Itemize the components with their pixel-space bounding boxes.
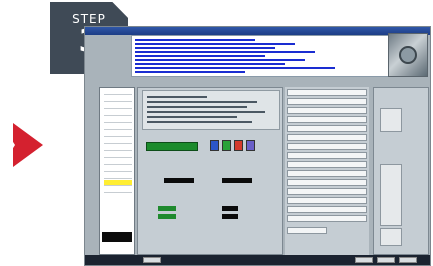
- list-item[interactable]: [287, 89, 367, 96]
- list-item[interactable]: [287, 179, 367, 186]
- status-indicator: [158, 206, 176, 211]
- list-item[interactable]: [287, 143, 367, 150]
- control-box[interactable]: [380, 108, 402, 132]
- sidebar-item[interactable]: [104, 103, 132, 109]
- value-bar: [222, 206, 238, 211]
- machine-photo: [388, 33, 428, 77]
- sidebar-item[interactable]: [104, 159, 132, 165]
- right-control-panel: [373, 87, 429, 255]
- window-titlebar: [85, 27, 430, 35]
- list-item[interactable]: [287, 116, 367, 123]
- sidebar-item[interactable]: [104, 138, 132, 144]
- red-icon[interactable]: [234, 140, 243, 151]
- list-button[interactable]: [287, 227, 327, 234]
- list-item[interactable]: [287, 170, 367, 177]
- list-item[interactable]: [287, 188, 367, 195]
- control-box[interactable]: [380, 228, 402, 246]
- value-bar: [222, 214, 238, 219]
- sidebar-item[interactable]: [104, 166, 132, 172]
- sidebar-item[interactable]: [104, 152, 132, 158]
- list-item[interactable]: [287, 197, 367, 204]
- notice-box: [142, 90, 280, 130]
- software-screenshot: [84, 26, 431, 266]
- info-banner: [131, 35, 401, 77]
- sidebar-item[interactable]: [104, 173, 132, 179]
- sidebar-item[interactable]: [104, 187, 132, 193]
- purple-icon[interactable]: [246, 140, 255, 151]
- taskbar: [85, 255, 430, 265]
- list-item[interactable]: [287, 98, 367, 105]
- list-item[interactable]: [287, 215, 367, 222]
- list-item[interactable]: [287, 107, 367, 114]
- taskbar-button[interactable]: [399, 257, 417, 263]
- sidebar-item[interactable]: [104, 96, 132, 102]
- arrow-right-icon: [1, 123, 43, 167]
- taskbar-button[interactable]: [143, 257, 161, 263]
- control-box[interactable]: [380, 164, 402, 226]
- value-bar: [222, 178, 252, 183]
- list-item[interactable]: [287, 161, 367, 168]
- gear-icon: [399, 46, 417, 64]
- start-button[interactable]: [146, 142, 198, 151]
- list-item[interactable]: [287, 206, 367, 213]
- status-indicator: [158, 214, 176, 219]
- list-item[interactable]: [287, 152, 367, 159]
- taskbar-button[interactable]: [355, 257, 373, 263]
- list-item[interactable]: [287, 125, 367, 132]
- sidebar-item[interactable]: [104, 131, 132, 137]
- sidebar-item-selected[interactable]: [104, 180, 132, 186]
- blue-icon[interactable]: [210, 140, 219, 151]
- sidebar-item[interactable]: [104, 145, 132, 151]
- sidebar-tree: [99, 87, 135, 255]
- sidebar-item[interactable]: [104, 117, 132, 123]
- green-icon[interactable]: [222, 140, 231, 151]
- value-bar: [164, 178, 194, 183]
- sidebar-status-box: [102, 232, 132, 242]
- option-list: [285, 87, 369, 255]
- taskbar-button[interactable]: [377, 257, 395, 263]
- main-settings-panel: [137, 87, 283, 255]
- sidebar-item[interactable]: [104, 124, 132, 130]
- sidebar-item[interactable]: [104, 110, 132, 116]
- list-item[interactable]: [287, 134, 367, 141]
- sidebar-item[interactable]: [104, 89, 132, 95]
